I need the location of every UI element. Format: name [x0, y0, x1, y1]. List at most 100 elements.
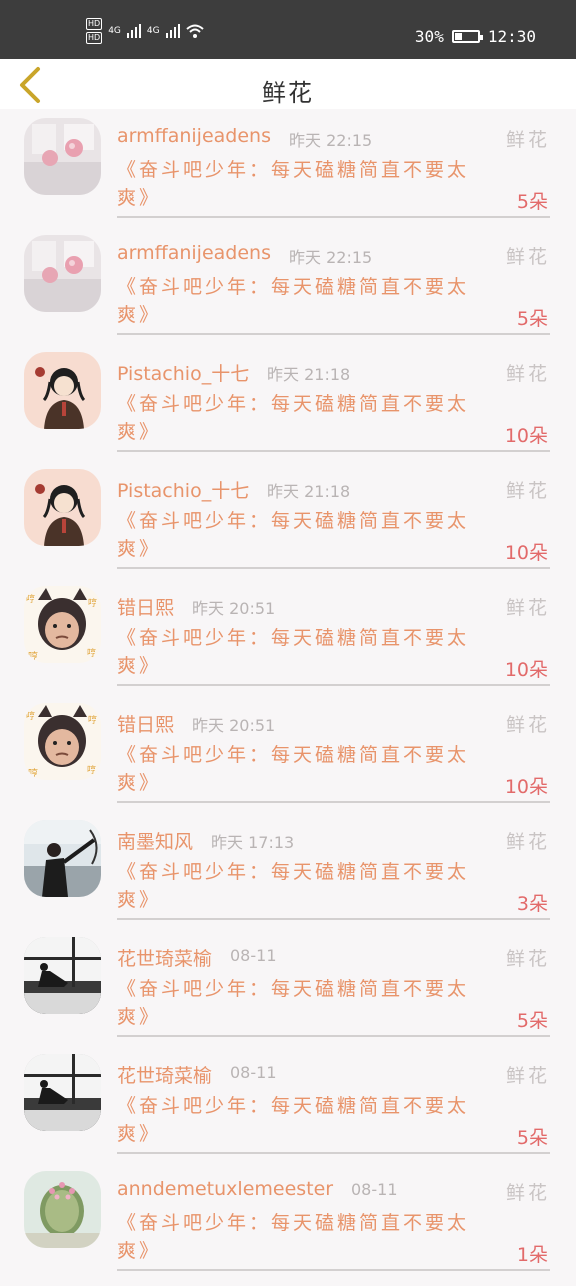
novel-title[interactable]: 《奋斗吧少年：每天磕糖简直不要太爽》 [117, 858, 487, 914]
gift-list-item[interactable]: anndemetuxlemeester 08-11 鲜花 《奋斗吧少年：每天磕糖… [0, 1169, 576, 1286]
battery-fill [454, 33, 462, 40]
svg-text:哼: 哼 [28, 767, 38, 780]
avatar[interactable] [24, 820, 101, 897]
pink-avatar-image [24, 118, 101, 195]
gift-list-item[interactable]: Pistachio_十七 昨天 21:18 鲜花 《奋斗吧少年：每天磕糖简直不要… [0, 467, 576, 584]
flower-count: 5朵 [516, 1127, 548, 1149]
signal-icon-1 [126, 24, 141, 38]
gift-list-item[interactable]: 花世琦菜榆 08-11 鲜花 《奋斗吧少年：每天磕糖简直不要太爽》 5朵 [0, 1052, 576, 1169]
wifi-icon [185, 24, 204, 38]
gift-list-item[interactable]: 哼哼哼哼 错日熙 昨天 20:51 鲜花 《奋斗吧少年：每天磕糖简直不要太爽》 … [0, 701, 576, 818]
gift-list-item[interactable]: armffanijeadens 昨天 22:15 鲜花 《奋斗吧少年：每天磕糖简… [0, 233, 576, 350]
sender-name[interactable]: 错日熙 [117, 593, 174, 620]
sender-name[interactable]: Pistachio_十七 [117, 476, 249, 503]
novel-title[interactable]: 《奋斗吧少年：每天磕糖简直不要太爽》 [117, 390, 487, 446]
flower-count: 10朵 [504, 776, 548, 798]
sender-name[interactable]: Pistachio_十七 [117, 359, 249, 386]
novel-title[interactable]: 《奋斗吧少年：每天磕糖简直不要太爽》 [117, 624, 487, 680]
gift-list-item[interactable]: 哼哼哼哼 错日熙 昨天 20:51 鲜花 《奋斗吧少年：每天磕糖简直不要太爽》 … [0, 584, 576, 701]
row-divider [117, 684, 550, 686]
svg-text:哼: 哼 [87, 764, 96, 776]
row-divider [117, 801, 550, 803]
header-bar: 鲜花 [0, 59, 576, 109]
row-divider [117, 216, 550, 218]
girl-avatar-image [24, 469, 101, 546]
gift-type-label: 鲜花 [505, 948, 550, 970]
novel-title[interactable]: 《奋斗吧少年：每天磕糖简直不要太爽》 [117, 1092, 487, 1148]
novel-title[interactable]: 《奋斗吧少年：每天磕糖简直不要太爽》 [117, 273, 487, 329]
avatar[interactable] [24, 118, 101, 195]
sender-name[interactable]: anndemetuxlemeester [117, 1178, 333, 1200]
flower-count: 10朵 [504, 659, 548, 681]
gift-type-label: 鲜花 [505, 1065, 550, 1087]
cactus-avatar-image [24, 1171, 101, 1248]
status-left: HD HD 4G 4G [86, 18, 204, 44]
row-divider [117, 1035, 550, 1037]
avatar[interactable]: 哼哼哼哼 [24, 703, 101, 780]
gift-type-label: 鲜花 [505, 1182, 550, 1204]
gift-list-item[interactable]: armffanijeadens 昨天 22:15 鲜花 《奋斗吧少年：每天磕糖简… [0, 116, 576, 233]
avatar[interactable] [24, 469, 101, 546]
clock: 12:30 [487, 27, 536, 46]
flower-count: 5朵 [516, 308, 548, 330]
svg-text:哼: 哼 [28, 650, 38, 663]
flower-count: 3朵 [516, 893, 548, 915]
avatar[interactable] [24, 937, 101, 1014]
girl-avatar-image [24, 352, 101, 429]
novel-title[interactable]: 《奋斗吧少年：每天磕糖简直不要太爽》 [117, 975, 487, 1031]
gift-time: 昨天 22:15 [289, 131, 373, 150]
baby-avatar-image: 哼哼哼哼 [24, 586, 101, 663]
gift-time: 08-11 [230, 1063, 277, 1082]
gift-time: 昨天 20:51 [192, 716, 276, 735]
novel-title[interactable]: 《奋斗吧少年：每天磕糖简直不要太爽》 [117, 741, 487, 797]
row-divider [117, 450, 550, 452]
avatar[interactable]: 哼哼哼哼 [24, 586, 101, 663]
flower-count: 5朵 [516, 191, 548, 213]
svg-text:哼: 哼 [26, 593, 35, 605]
gift-time: 昨天 21:18 [267, 365, 351, 384]
flower-gift-list: armffanijeadens 昨天 22:15 鲜花 《奋斗吧少年：每天磕糖简… [0, 116, 576, 1286]
svg-text:哼: 哼 [26, 710, 35, 722]
gift-list-item[interactable]: 花世琦菜榆 08-11 鲜花 《奋斗吧少年：每天磕糖简直不要太爽》 5朵 [0, 935, 576, 1052]
gift-type-label: 鲜花 [505, 246, 550, 268]
novel-title[interactable]: 《奋斗吧少年：每天磕糖简直不要太爽》 [117, 156, 487, 212]
avatar[interactable] [24, 235, 101, 312]
gift-list-item[interactable]: Pistachio_十七 昨天 21:18 鲜花 《奋斗吧少年：每天磕糖简直不要… [0, 350, 576, 467]
gift-time: 08-11 [351, 1180, 398, 1199]
sender-name[interactable]: 花世琦菜榆 [117, 944, 212, 971]
svg-text:哼: 哼 [88, 714, 97, 726]
flower-count: 1朵 [516, 1244, 548, 1266]
gift-time: 昨天 20:51 [192, 599, 276, 618]
row-divider [117, 333, 550, 335]
gift-list-item[interactable]: 南墨知风 昨天 17:13 鲜花 《奋斗吧少年：每天磕糖简直不要太爽》 3朵 [0, 818, 576, 935]
network-type-1: 4G [108, 26, 121, 36]
sender-name[interactable]: armffanijeadens [117, 125, 271, 147]
gift-time: 08-11 [230, 946, 277, 965]
avatar[interactable] [24, 1054, 101, 1131]
network-type-2: 4G [146, 26, 160, 36]
novel-title[interactable]: 《奋斗吧少年：每天磕糖简直不要太爽》 [117, 507, 487, 563]
sim1-hd-badge: HD [86, 18, 103, 30]
avatar[interactable] [24, 352, 101, 429]
avatar[interactable] [24, 1171, 101, 1248]
novel-title[interactable]: 《奋斗吧少年：每天磕糖简直不要太爽》 [117, 1209, 487, 1265]
sender-name[interactable]: 错日熙 [117, 710, 174, 737]
sender-name[interactable]: 南墨知风 [117, 827, 193, 854]
flower-count: 10朵 [504, 425, 548, 447]
signal-icon-2 [165, 24, 180, 38]
page-title: 鲜花 [262, 79, 314, 107]
sender-name[interactable]: 花世琦菜榆 [117, 1061, 212, 1088]
gift-type-label: 鲜花 [505, 129, 550, 151]
row-divider [117, 918, 550, 920]
battery-icon [451, 30, 483, 43]
archer-avatar-image [24, 820, 101, 897]
sim2-hd-badge: HD [86, 32, 103, 44]
row-divider [117, 1269, 550, 1271]
sender-name[interactable]: armffanijeadens [117, 242, 271, 264]
sim-indicators: HD HD [86, 18, 103, 44]
gift-type-label: 鲜花 [505, 597, 550, 619]
status-right: 30% 12:30 [415, 27, 536, 46]
flower-count: 10朵 [504, 542, 548, 564]
gift-type-label: 鲜花 [505, 831, 550, 853]
gift-type-label: 鲜花 [505, 480, 550, 502]
